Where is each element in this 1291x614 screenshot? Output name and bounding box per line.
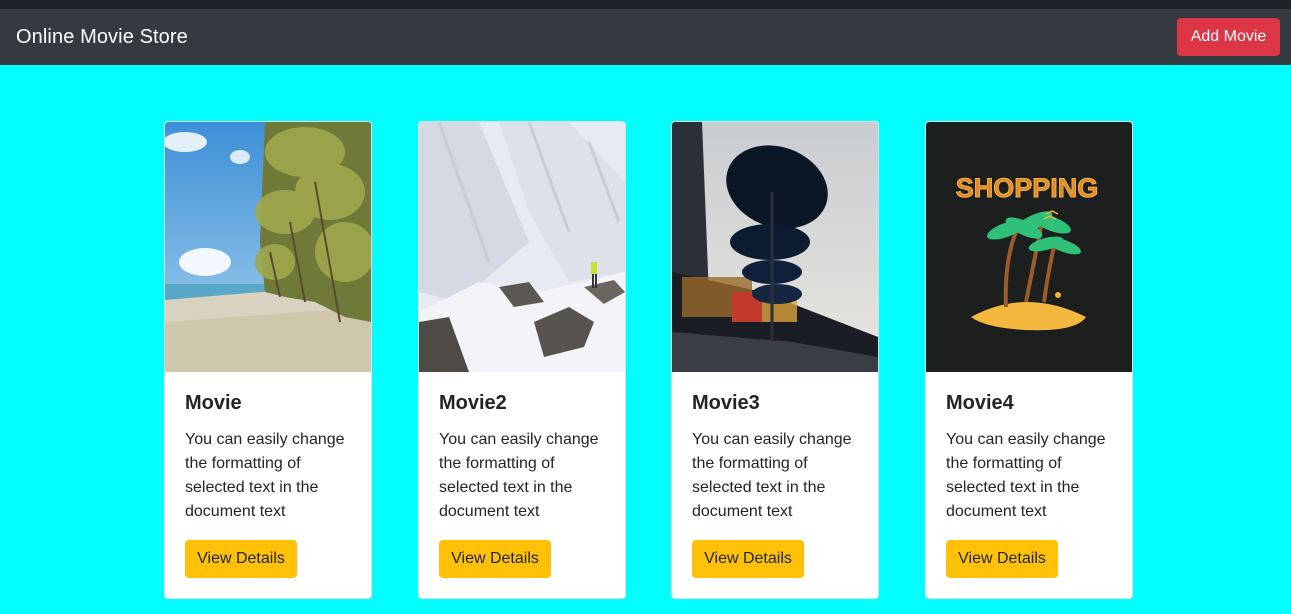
movie-poster-image: [165, 122, 371, 372]
top-strip: [0, 0, 1291, 9]
add-movie-button[interactable]: Add Movie: [1177, 18, 1280, 56]
movie-poster-image: [419, 122, 625, 372]
shopping-logo-text: SHOPPING: [956, 173, 1099, 203]
movie-title: Movie3: [692, 392, 760, 414]
movie-title: Movie: [185, 392, 242, 414]
movie-card: Movie2 You can easily change the formatt…: [418, 121, 626, 599]
movie-poster-image: SHOPPING: [926, 122, 1132, 372]
movie-description: You can easily change the formatting of …: [692, 431, 852, 520]
view-details-button[interactable]: View Details: [946, 540, 1058, 578]
movie-description: You can easily change the formatting of …: [439, 431, 599, 520]
movie-title: Movie2: [439, 392, 507, 414]
movie-title: Movie4: [946, 392, 1014, 414]
navbar: Online Movie Store Add Movie: [0, 9, 1291, 65]
view-details-button[interactable]: View Details: [439, 540, 551, 578]
navbar-brand[interactable]: Online Movie Store: [16, 26, 188, 49]
view-details-button[interactable]: View Details: [692, 540, 804, 578]
movie-card: SHOPPING Movie4 You can easily change th…: [925, 121, 1133, 599]
movie-description: You can easily change the formatting of …: [185, 431, 345, 520]
view-details-button[interactable]: View Details: [185, 540, 297, 578]
movie-card: Movie3 You can easily change the formatt…: [671, 121, 879, 599]
movie-poster-image: [672, 122, 878, 372]
movie-description: You can easily change the formatting of …: [946, 431, 1106, 520]
movie-card: Movie You can easily change the formatti…: [164, 121, 372, 599]
